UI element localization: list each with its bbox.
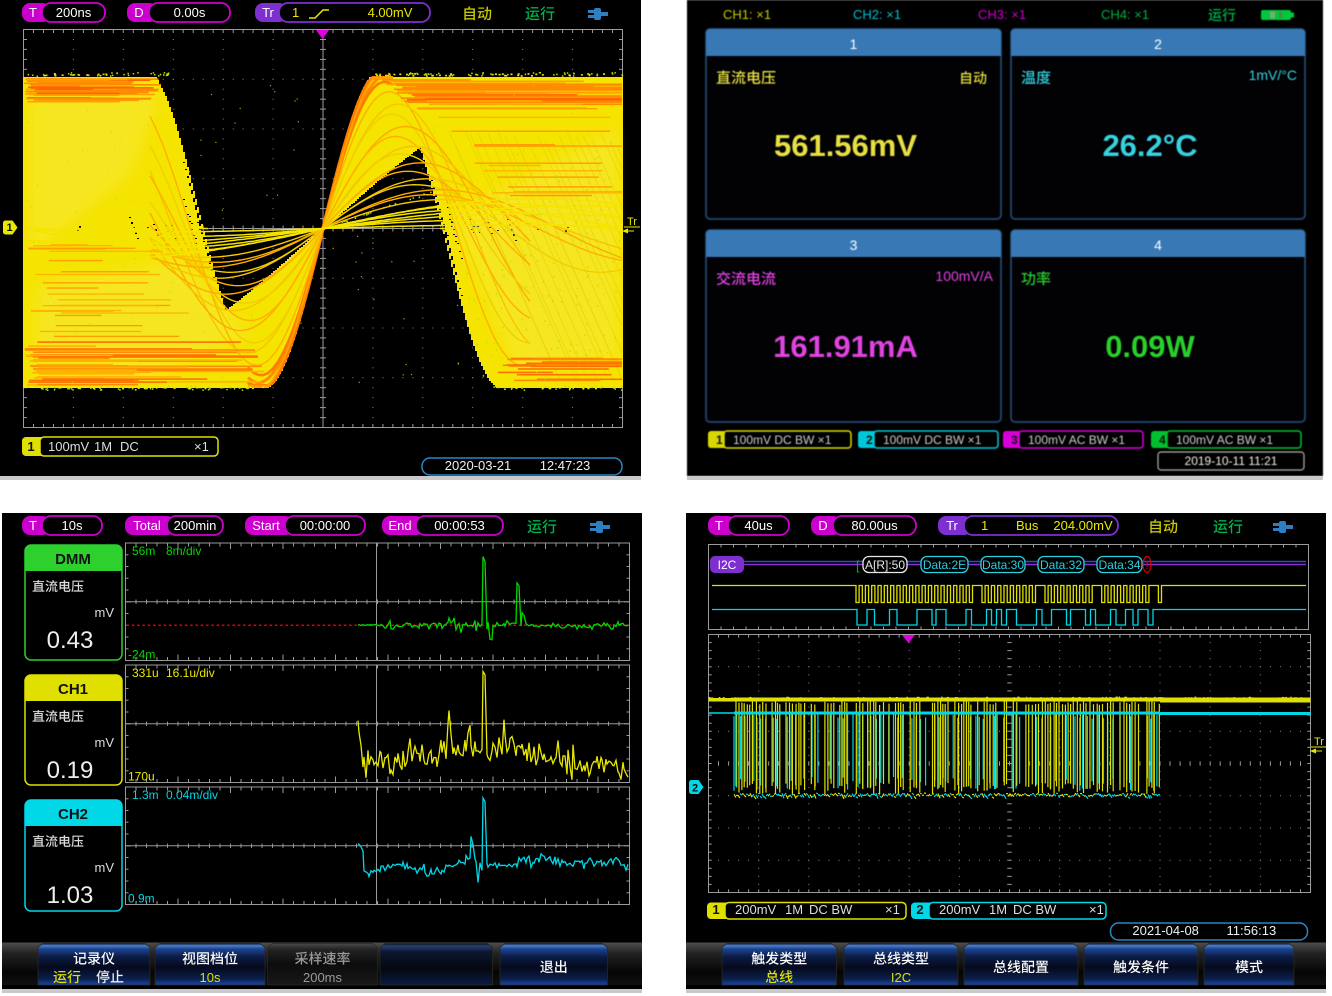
svg-text:10s: 10s [62, 518, 83, 533]
svg-text:40us: 40us [744, 518, 773, 533]
svg-text:2: 2 [692, 783, 698, 795]
svg-text:1: 1 [716, 433, 723, 447]
svg-text:100mV: 100mV [48, 439, 90, 454]
svg-text:DMM: DMM [55, 551, 91, 568]
svg-text:8m/div: 8m/div [166, 544, 201, 558]
svg-text:CH1: ×1: CH1: ×1 [723, 7, 771, 22]
svg-text:Tr: Tr [946, 518, 958, 533]
svg-text:4: 4 [1154, 237, 1162, 253]
svg-text:mV: mV [95, 735, 115, 750]
svg-text:4: 4 [1159, 433, 1166, 447]
svg-text:End: End [388, 518, 411, 533]
svg-text:561.56mV: 561.56mV [774, 128, 917, 163]
svg-text:2019-10-11 11:21: 2019-10-11 11:21 [1185, 454, 1278, 468]
svg-text:1M: 1M [94, 439, 112, 454]
svg-text:0.00s: 0.00s [174, 5, 206, 20]
svg-text:80.00us: 80.00us [851, 518, 898, 533]
svg-text:CH2: CH2 [58, 806, 88, 823]
svg-text:0.09W: 0.09W [1105, 329, 1195, 364]
svg-text:16.1u/div: 16.1u/div [166, 666, 215, 680]
svg-text:1: 1 [6, 222, 12, 234]
svg-text:×1: ×1 [885, 902, 900, 917]
svg-text:1mV/°C: 1mV/°C [1249, 67, 1297, 83]
svg-text:00:00:53: 00:00:53 [434, 518, 485, 533]
svg-text:1: 1 [850, 36, 858, 52]
svg-text:Data:30: Data:30 [982, 558, 1024, 572]
svg-text:1: 1 [27, 439, 34, 454]
svg-text:CH2: ×1: CH2: ×1 [853, 7, 901, 22]
svg-text:204.00mV: 204.00mV [1053, 518, 1113, 533]
svg-text:100mV AC BW ×1: 100mV AC BW ×1 [1176, 433, 1273, 447]
svg-text:100mV DC BW ×1: 100mV DC BW ×1 [733, 433, 832, 447]
svg-text:1.03: 1.03 [47, 882, 94, 909]
svg-text:2021-04-08: 2021-04-08 [1132, 923, 1199, 938]
svg-text:-24m: -24m [128, 648, 155, 662]
svg-text:161.91mA: 161.91mA [773, 329, 918, 364]
svg-text:0.04m/div: 0.04m/div [166, 788, 218, 802]
svg-text:3: 3 [1011, 433, 1018, 447]
svg-text:1: 1 [981, 518, 988, 533]
svg-text:CH3: ×1: CH3: ×1 [978, 7, 1026, 22]
svg-text:2: 2 [866, 433, 873, 447]
svg-text:1: 1 [292, 5, 299, 20]
svg-text:mV: mV [95, 860, 115, 875]
svg-text:Data:32: Data:32 [1040, 558, 1082, 572]
svg-text:CH1: CH1 [58, 681, 88, 698]
svg-text:I2C: I2C [891, 970, 911, 985]
svg-text:0.9m: 0.9m [128, 892, 155, 906]
svg-text:0.19: 0.19 [47, 757, 94, 784]
svg-text:200min: 200min [174, 518, 217, 533]
svg-text:26.2°C: 26.2°C [1102, 128, 1197, 163]
svg-text:100mV AC BW ×1: 100mV AC BW ×1 [1028, 433, 1125, 447]
svg-text:331u: 331u [132, 666, 159, 680]
svg-text:D: D [134, 5, 143, 20]
svg-text:100mV DC BW ×1: 100mV DC BW ×1 [883, 433, 982, 447]
svg-text:2: 2 [1154, 36, 1162, 52]
svg-text:DC: DC [120, 439, 139, 454]
svg-text:Total: Total [133, 518, 161, 533]
svg-text:CH4: ×1: CH4: ×1 [1101, 7, 1149, 22]
svg-text:DC BW: DC BW [809, 902, 853, 917]
svg-text:T: T [715, 518, 723, 533]
svg-text:Bus: Bus [1016, 518, 1039, 533]
svg-text:Tr: Tr [1314, 736, 1324, 748]
svg-text:A[R]:50: A[R]:50 [865, 558, 905, 572]
svg-text:!: ! [1145, 560, 1148, 572]
svg-text:10s: 10s [200, 970, 221, 985]
svg-text:1M: 1M [785, 902, 803, 917]
svg-text:12:47:23: 12:47:23 [540, 458, 591, 473]
svg-text:Data:2E: Data:2E [923, 558, 966, 572]
svg-text:200mV: 200mV [939, 902, 981, 917]
svg-text:Data:34: Data:34 [1098, 558, 1140, 572]
svg-text:11:56:13: 11:56:13 [1227, 923, 1277, 938]
svg-text:mV: mV [95, 605, 115, 620]
svg-text:×1: ×1 [1089, 902, 1104, 917]
svg-text:[: [ [856, 558, 860, 573]
svg-text:DC BW: DC BW [1013, 902, 1057, 917]
svg-text:T: T [29, 5, 37, 20]
svg-text:1.3m: 1.3m [132, 788, 159, 802]
svg-text:200ms: 200ms [303, 970, 343, 985]
svg-text:2020-03-21: 2020-03-21 [445, 458, 512, 473]
svg-text:3: 3 [850, 237, 858, 253]
svg-text:I2C: I2C [718, 558, 737, 572]
svg-text:170u: 170u [128, 770, 155, 784]
svg-text:Tr: Tr [627, 216, 637, 228]
svg-text:00:00:00: 00:00:00 [300, 518, 351, 533]
svg-text:2: 2 [916, 902, 923, 917]
svg-text:56m: 56m [132, 544, 155, 558]
svg-text:1M: 1M [989, 902, 1007, 917]
svg-text:0.43: 0.43 [47, 627, 94, 654]
svg-text:1: 1 [712, 902, 719, 917]
svg-text:T: T [29, 518, 37, 533]
svg-text:×1: ×1 [194, 439, 209, 454]
svg-text:200ns: 200ns [56, 5, 92, 20]
svg-text:Tr: Tr [262, 5, 274, 20]
svg-text:4.00mV: 4.00mV [368, 5, 413, 20]
svg-text:Start: Start [252, 518, 280, 533]
svg-text:100mV/A: 100mV/A [935, 268, 993, 284]
svg-text:200mV: 200mV [735, 902, 777, 917]
svg-text:D: D [818, 518, 827, 533]
